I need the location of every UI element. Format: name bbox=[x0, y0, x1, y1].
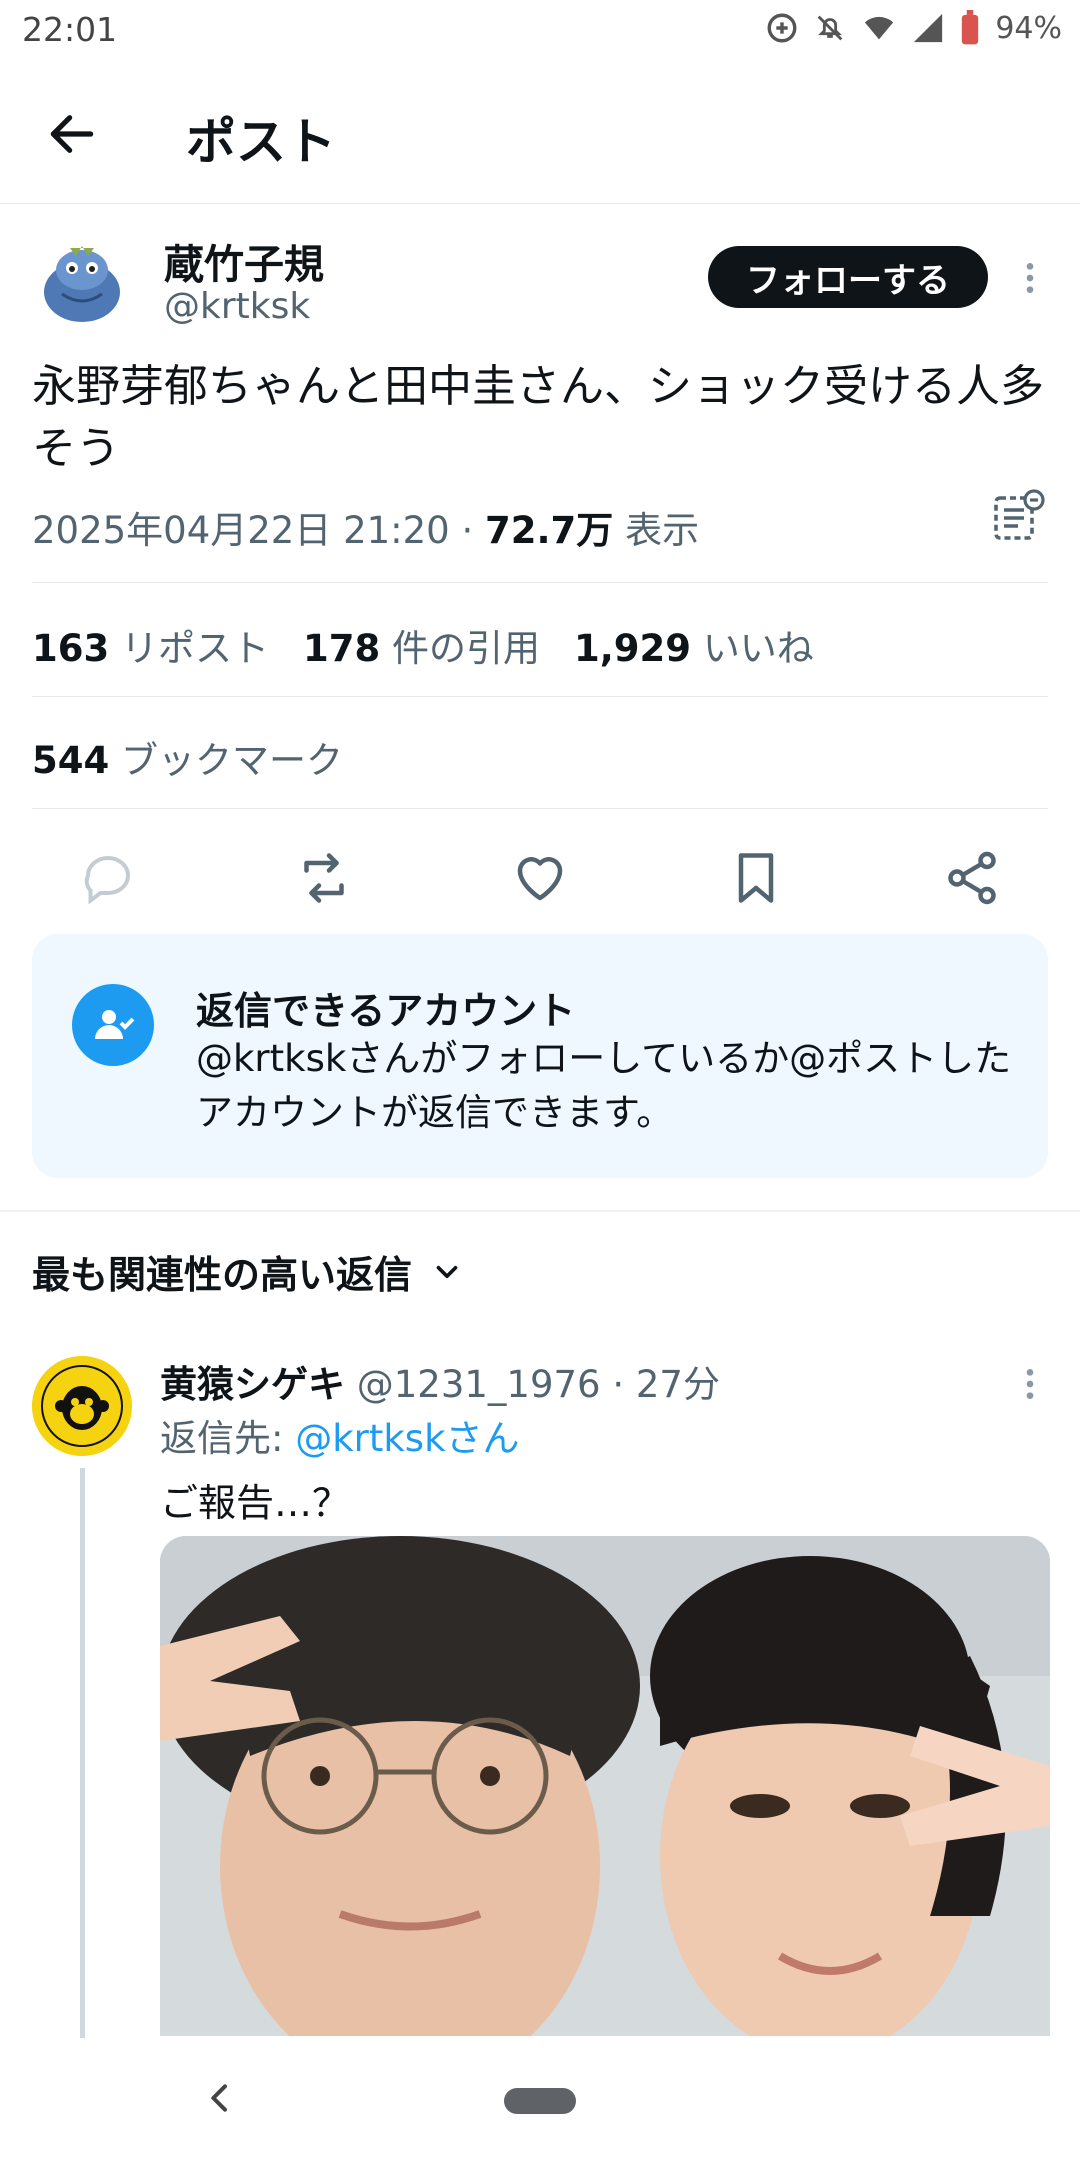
page-title: ポスト bbox=[186, 113, 336, 171]
view-label: 表示 bbox=[625, 509, 700, 552]
chevron-down-icon bbox=[436, 1265, 458, 1278]
reply-time[interactable]: 27分 bbox=[636, 1363, 720, 1406]
top-app-bar: ポスト bbox=[0, 64, 1080, 204]
user-check-icon bbox=[72, 984, 154, 1066]
divider bbox=[32, 696, 1048, 697]
post-text: 永野芽郁ちゃんと田中圭さん、ショック受ける人多そう bbox=[32, 361, 1044, 474]
likes-count: 1,929 bbox=[574, 627, 692, 670]
quotes-label: 件の引用 bbox=[392, 627, 540, 670]
more-vertical-icon[interactable] bbox=[1010, 1364, 1050, 1404]
status-bar: 22:01 94% bbox=[0, 0, 1080, 64]
section-divider bbox=[0, 1210, 1080, 1212]
repost-icon[interactable] bbox=[294, 848, 354, 908]
bookmarks-stat[interactable]: 544 ブックマーク bbox=[32, 730, 343, 784]
divider bbox=[32, 808, 1048, 809]
reply-restriction-notice: 返信できるアカウント @krtkskさんがフォローしているか@ポストしたアカウン… bbox=[32, 934, 1048, 1178]
divider bbox=[32, 582, 1048, 583]
likes-label: いいね bbox=[702, 627, 814, 670]
notes-icon[interactable] bbox=[990, 488, 1046, 544]
post-date[interactable]: 2025年04月22日 21:20 bbox=[32, 509, 450, 552]
status-icons: 94% bbox=[765, 10, 1062, 46]
reply-to-prefix: 返信先: bbox=[160, 1417, 284, 1460]
status-time: 22:01 bbox=[22, 10, 118, 49]
quotes-count: 178 bbox=[303, 627, 381, 670]
sort-label: 最も関連性の高い返信 bbox=[32, 1253, 413, 1297]
wifi-icon bbox=[865, 16, 894, 40]
author-name[interactable]: 蔵竹子規 bbox=[164, 232, 324, 290]
reply-header: 黄猿シゲキ @1231_1976 · 27分 bbox=[160, 1354, 720, 1408]
reply-author-name[interactable]: 黄猿シゲキ bbox=[160, 1363, 345, 1406]
quotes-stat[interactable]: 178 件の引用 bbox=[303, 618, 540, 672]
reposts-label: リポスト bbox=[121, 627, 269, 670]
bookmark-icon[interactable] bbox=[726, 848, 786, 908]
battery-icon bbox=[962, 10, 979, 45]
meta-separator: · bbox=[600, 1363, 636, 1406]
post-meta: 2025年04月22日 21:20 · 72.7万 表示 bbox=[32, 500, 699, 554]
meta-separator: · bbox=[449, 509, 486, 552]
heart-icon[interactable] bbox=[510, 848, 570, 908]
follow-button[interactable]: フォローする bbox=[708, 246, 988, 308]
signal-icon bbox=[914, 13, 943, 43]
reply-to: 返信先: @krtkskさん bbox=[160, 1408, 520, 1462]
likes-stat[interactable]: 1,929 いいね bbox=[574, 618, 814, 672]
share-icon[interactable] bbox=[942, 848, 1002, 908]
data-saver-icon bbox=[767, 13, 797, 43]
system-nav-bar bbox=[0, 2038, 1080, 2160]
reply-photo[interactable] bbox=[160, 1536, 1050, 2036]
nav-back-icon[interactable] bbox=[200, 2078, 240, 2118]
bookmarks-label: ブックマーク bbox=[121, 739, 343, 782]
reposts-count: 163 bbox=[32, 627, 110, 670]
arrow-left-icon[interactable] bbox=[44, 106, 100, 162]
bookmarks-count: 544 bbox=[32, 739, 110, 782]
action-bar bbox=[0, 840, 1080, 920]
battery-level: 94% bbox=[995, 10, 1062, 46]
notice-title: 返信できるアカウント bbox=[196, 989, 576, 1033]
nav-home-pill[interactable] bbox=[504, 2088, 576, 2114]
replies-sort-dropdown[interactable]: 最も関連性の高い返信 bbox=[32, 1244, 464, 1299]
reposts-stat[interactable]: 163 リポスト bbox=[32, 618, 269, 672]
engagement-stats: 163 リポスト 178 件の引用 1,929 いいね bbox=[32, 618, 814, 672]
reply-text: ご報告…？ bbox=[160, 1481, 351, 1525]
thread-line bbox=[80, 1468, 85, 2038]
notice-body: @krtkskさんがフォローしているか@ポストしたアカウントが返信できます。 bbox=[196, 1037, 1012, 1134]
view-count: 72.7万 bbox=[485, 509, 614, 552]
more-vertical-icon[interactable] bbox=[1010, 258, 1050, 298]
author-handle[interactable]: @krtksk bbox=[164, 286, 310, 327]
reply-to-handle[interactable]: @krtkskさん bbox=[295, 1417, 519, 1460]
reply-author-handle[interactable]: @1231_1976 bbox=[357, 1363, 601, 1406]
mute-icon bbox=[817, 15, 843, 41]
reply-avatar[interactable] bbox=[32, 1356, 132, 1456]
reply-icon[interactable] bbox=[78, 848, 138, 908]
author-avatar[interactable] bbox=[32, 232, 132, 332]
